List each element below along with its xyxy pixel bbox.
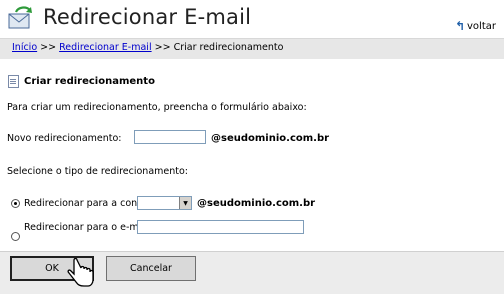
radio-account[interactable] <box>11 199 20 208</box>
option-email-label: Redirecionar para o e-mail: <box>24 222 153 233</box>
email-redirect-logo-icon <box>8 6 32 29</box>
section-title: Criar redirecionamento <box>24 76 155 87</box>
document-icon <box>8 75 19 88</box>
breadcrumb-separator: >> <box>154 42 171 53</box>
form-intro: Para criar um redirecionamento, preencha… <box>7 102 307 113</box>
back-link[interactable]: ↰ voltar <box>455 19 496 33</box>
breadcrumb: Início >> Redirecionar E-mail >> Criar r… <box>12 42 283 53</box>
section-heading: Criar redirecionamento <box>8 75 155 88</box>
breadcrumb-home-link[interactable]: Início <box>12 42 37 53</box>
account-select[interactable]: ▼ <box>137 196 192 210</box>
back-arrow-icon: ↰ <box>454 19 466 33</box>
breadcrumb-separator: >> <box>40 42 57 53</box>
email-input[interactable] <box>137 220 304 234</box>
option-account-label: Redirecionar para a conta: <box>24 198 150 209</box>
mouse-pointer-hand-icon <box>67 258 94 287</box>
back-label: voltar <box>467 20 496 32</box>
breadcrumb-redirect-link[interactable]: Redirecionar E-mail <box>59 42 151 53</box>
type-label: Selecione o tipo de redirecionamento: <box>7 166 189 177</box>
account-domain-suffix: @seudominio.com.br <box>197 198 316 209</box>
new-redirect-input[interactable] <box>134 130 206 144</box>
chevron-down-icon: ▼ <box>179 197 191 209</box>
cancel-button[interactable]: Cancelar <box>106 256 196 281</box>
page-title: Redirecionar E-mail <box>43 5 252 29</box>
domain-suffix: @seudominio.com.br <box>211 133 330 144</box>
account-select-value <box>138 197 179 209</box>
radio-email[interactable] <box>11 232 20 241</box>
new-redirect-label: Novo redirecionamento: <box>7 133 122 144</box>
breadcrumb-current: Criar redirecionamento <box>173 42 284 53</box>
